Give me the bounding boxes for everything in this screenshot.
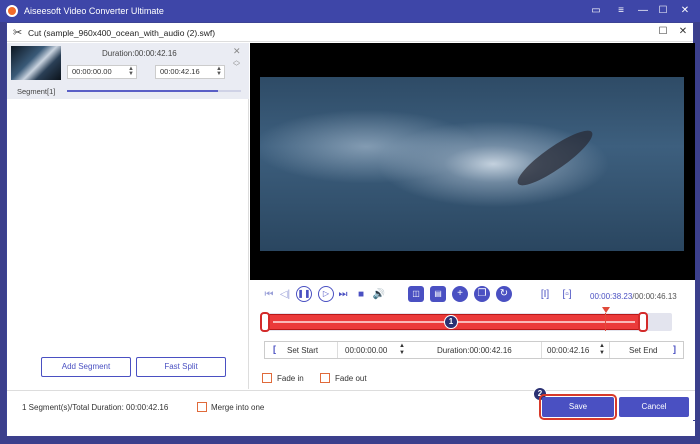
- dialog-maximize-icon[interactable]: ☐: [657, 26, 669, 38]
- app-title-bar: Aiseesoft Video Converter Ultimate ▭ ≡ —…: [0, 0, 700, 22]
- segment-panel: Segment[1] Duration:00:00:42.16 00:00:00…: [7, 43, 249, 389]
- end-time-field[interactable]: 00:00:42.16: [547, 346, 589, 355]
- stop-icon[interactable]: ■: [354, 288, 368, 302]
- start-time-field[interactable]: 00:00:00.00: [345, 346, 387, 355]
- time-settings-row: [ Set Start 00:00:00.00 ▲ ▼ Duration:00:0…: [264, 341, 684, 359]
- bracket-end-icon: ]: [673, 344, 676, 354]
- timeline-end-handle[interactable]: [638, 312, 648, 332]
- step-badge-1: 1: [444, 315, 458, 329]
- fade-out-checkbox[interactable]: [320, 373, 330, 383]
- video-frame: [260, 77, 684, 251]
- add-icon[interactable]: +: [452, 286, 468, 302]
- playhead-line: [605, 313, 606, 331]
- menu-icon[interactable]: ≡: [614, 4, 628, 18]
- split-icon[interactable]: ◫: [408, 286, 424, 302]
- segment-start-value: 00:00:00.00: [72, 67, 112, 76]
- fast-split-button[interactable]: Fast Split: [136, 357, 226, 377]
- total-time: /00:00:46.13: [632, 292, 677, 301]
- playhead[interactable]: [602, 307, 610, 313]
- delete-icon[interactable]: ▤: [430, 286, 446, 302]
- segment-start-field[interactable]: 00:00:00.00 ▲ ▼: [67, 65, 137, 79]
- timeline-start-handle[interactable]: [260, 312, 270, 332]
- volume-icon[interactable]: 🔊: [372, 288, 386, 302]
- set-end-button[interactable]: Set End: [629, 346, 657, 355]
- cut-dialog: ✂ Cut (sample_960x400_ocean_with_audio (…: [6, 22, 695, 436]
- set-end-marker-icon[interactable]: [▫]: [560, 288, 574, 302]
- video-preview: [250, 43, 695, 280]
- app-logo-icon: [6, 5, 18, 17]
- fade-in-label: Fade in: [277, 374, 304, 383]
- segment-summary: 1 Segment(s)/Total Duration: 00:00:42.16: [22, 403, 169, 412]
- dialog-close-icon[interactable]: ✕: [677, 26, 689, 38]
- spinner-icon[interactable]: ▲ ▼: [128, 66, 134, 77]
- segment-item[interactable]: Segment[1] Duration:00:00:42.16 00:00:00…: [7, 43, 249, 99]
- skip-start-icon[interactable]: ⏮: [262, 288, 276, 302]
- add-segment-button[interactable]: Add Segment: [41, 357, 131, 377]
- segment-reorder-icon[interactable]: ︿ ﹀: [233, 57, 240, 71]
- pause-icon[interactable]: ❚❚: [296, 286, 312, 302]
- step-forward-icon[interactable]: ▷: [318, 286, 334, 302]
- segment-progress-bar: [67, 90, 219, 92]
- minimize-icon[interactable]: —: [636, 4, 650, 18]
- feedback-icon[interactable]: ▭: [589, 4, 603, 18]
- merge-checkbox[interactable]: [197, 402, 207, 412]
- video-content: [511, 123, 599, 193]
- segment-end-value: 00:00:42.16: [160, 67, 200, 76]
- merge-label: Merge into one: [211, 403, 265, 412]
- player-controls: ⏮ ◁| ❚❚ ▷ ⏭ ■ 🔊 ◫ ▤ + ❐ ↻ [I] [▫] 00:00:…: [250, 280, 695, 390]
- duration-label: Duration:00:00:42.16: [437, 346, 512, 355]
- set-start-marker-icon[interactable]: [I]: [538, 288, 552, 302]
- set-start-button[interactable]: Set Start: [287, 346, 318, 355]
- spinner-icon[interactable]: ▲ ▼: [599, 343, 605, 357]
- bracket-start-icon: [: [273, 344, 276, 354]
- app-title: Aiseesoft Video Converter Ultimate: [24, 6, 164, 16]
- segment-end-field[interactable]: 00:00:42.16 ▲ ▼: [155, 65, 225, 79]
- copy-icon[interactable]: ❐: [474, 286, 490, 302]
- maximize-icon[interactable]: ☐: [656, 4, 670, 18]
- step-back-icon[interactable]: ◁|: [278, 288, 292, 302]
- segment-duration: Duration:00:00:42.16: [102, 49, 177, 58]
- segment-thumbnail: [11, 46, 61, 80]
- scissors-icon: ✂: [13, 27, 23, 39]
- spinner-icon[interactable]: ▲ ▼: [399, 343, 405, 357]
- reset-icon[interactable]: ↻: [496, 286, 512, 302]
- cancel-button[interactable]: Cancel: [619, 397, 689, 417]
- segment-label: Segment[1]: [17, 87, 56, 96]
- dialog-footer: 1 Segment(s)/Total Duration: 00:00:42.16…: [7, 387, 695, 420]
- dialog-title: Cut (sample_960x400_ocean_with_audio (2)…: [28, 28, 216, 38]
- fade-out-label: Fade out: [335, 374, 367, 383]
- spinner-icon[interactable]: ▲ ▼: [216, 66, 222, 77]
- bottom-strip: [7, 421, 695, 436]
- close-icon[interactable]: ✕: [678, 4, 692, 18]
- fade-in-checkbox[interactable]: [262, 373, 272, 383]
- skip-end-icon[interactable]: ⏭: [336, 288, 350, 302]
- dialog-title-bar: ✂ Cut (sample_960x400_ocean_with_audio (…: [7, 23, 693, 42]
- save-button[interactable]: Save: [539, 394, 617, 420]
- current-time: 00:00:38.23: [590, 292, 633, 301]
- time-readout: 00:00:38.23/00:00:46.13: [590, 292, 677, 301]
- segment-close-icon[interactable]: ✕: [233, 46, 241, 57]
